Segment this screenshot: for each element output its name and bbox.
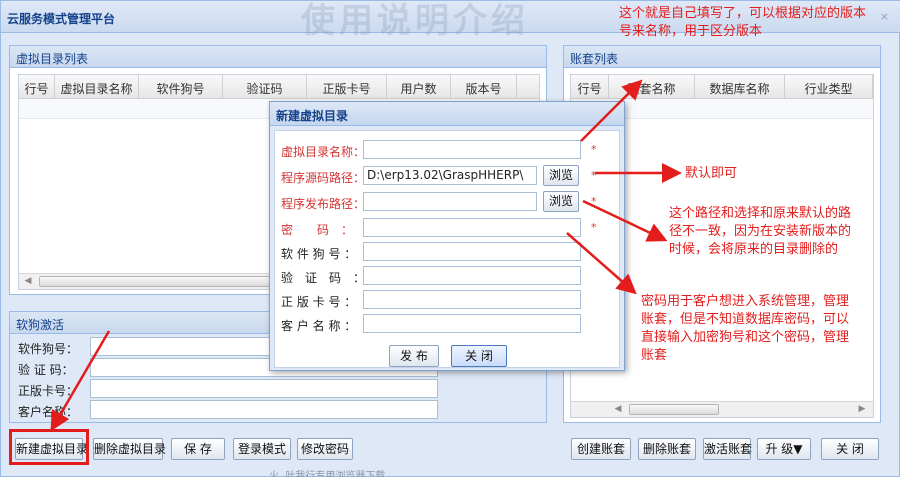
dialog-verify-label: 验 证 码 ： [281, 271, 366, 285]
dialog-dongle-input[interactable] [363, 242, 581, 261]
footer-text: 火, 叶我行专用浏览器下载 [269, 471, 386, 477]
change-password-button[interactable]: 修改密码 [297, 438, 353, 460]
column-header[interactable]: 用户数 [387, 75, 451, 98]
required-mark: * [591, 143, 597, 156]
dialog-license-label: 正 版 卡 号 ： [281, 295, 357, 309]
login-mode-button[interactable]: 登录模式 [233, 438, 291, 460]
watermark-text: 使用说明介绍 [301, 1, 529, 41]
license-card-label: 正版卡号： [18, 384, 79, 398]
password-label: 密 码 ： [281, 223, 354, 237]
column-header[interactable]: 软件狗号 [139, 75, 223, 98]
app-window: 使用说明介绍 云服务模式管理平台 × 虚拟目录列表 行号 虚拟目录名称 软件狗号… [0, 0, 900, 477]
delete-virtual-dir-button[interactable]: 删除虚拟目录 [93, 438, 166, 460]
publish-path-label: 程序发布路径： [281, 197, 366, 211]
dialog-title: 新建虚拟目录 [270, 102, 624, 126]
activate-account-button[interactable]: 激活账套 [703, 438, 752, 460]
required-mark: * [591, 169, 597, 182]
column-header[interactable]: 版本号 [451, 75, 517, 98]
publish-button[interactable]: 发 布 [389, 345, 439, 367]
account-grid-header: 行号 账套名称 数据库名称 行业类型 [571, 75, 873, 99]
virtual-dir-grid-header: 行号 虚拟目录名称 软件狗号 验证码 正版卡号 用户数 版本号 [19, 75, 539, 99]
scroll-left-icon[interactable]: ◀ [21, 275, 35, 288]
column-header[interactable]: 行号 [19, 75, 55, 98]
dialog-customer-label: 客 户 名 称 ： [281, 319, 357, 333]
dialog-body: 虚拟目录名称： * 程序源码路径： D:\erp13.02\GraspHHERP… [274, 130, 620, 368]
license-card-input[interactable] [90, 379, 438, 398]
close-icon[interactable]: × [880, 10, 889, 23]
source-note: 默认即可 [685, 166, 738, 181]
highlight-box [9, 429, 89, 465]
scrollbar-thumb[interactable] [39, 276, 279, 287]
virtual-dir-name-input[interactable] [363, 140, 581, 159]
publish-note: 这个路径和选择和原来默认的路径不一致，因为在安装新版本的时候，会将原来的目录删除… [669, 206, 852, 257]
name-note: 这个就是自己填写了，可以根据对应的版本号来名称，用于区分版本 [619, 6, 867, 39]
column-header[interactable]: 数据库名称 [695, 75, 785, 98]
column-header[interactable]: 行业类型 [785, 75, 873, 98]
delete-account-button[interactable]: 删除账套 [638, 438, 696, 460]
scroll-right-icon[interactable]: ▶ [855, 403, 869, 416]
virtual-dir-name-label: 虚拟目录名称： [281, 145, 366, 159]
required-mark: * [591, 195, 597, 208]
save-button[interactable]: 保 存 [171, 438, 225, 460]
customer-name-input[interactable] [90, 400, 438, 419]
virtual-dir-panel-title: 虚拟目录列表 [10, 46, 546, 68]
browse-publish-button[interactable]: 浏览 [543, 191, 579, 212]
dongle-number-label: 软件狗号： [18, 342, 79, 356]
dialog-customer-input[interactable] [363, 314, 581, 333]
password-input[interactable] [363, 218, 581, 237]
window-title: 云服务模式管理平台 [7, 12, 116, 26]
scroll-left-icon[interactable]: ◀ [611, 403, 625, 416]
publish-path-input[interactable] [363, 192, 537, 211]
source-path-label: 程序源码路径： [281, 171, 366, 185]
create-account-button[interactable]: 创建账套 [571, 438, 631, 460]
dialog-dongle-label: 软 件 狗 号 ： [281, 247, 357, 261]
column-header[interactable]: 账套名称 [609, 75, 695, 98]
new-virtual-dir-dialog: 新建虚拟目录 虚拟目录名称： * 程序源码路径： D:\erp13.02\Gra… [269, 101, 625, 371]
scrollbar-thumb[interactable] [629, 404, 719, 415]
dialog-verify-input[interactable] [363, 266, 581, 285]
column-header[interactable]: 行号 [571, 75, 609, 98]
column-header[interactable]: 正版卡号 [307, 75, 387, 98]
column-header[interactable]: 虚拟目录名称 [55, 75, 139, 98]
close-button[interactable]: 关 闭 [821, 438, 879, 460]
upgrade-dropdown-button[interactable]: 升 级▼ [757, 438, 811, 460]
dialog-license-input[interactable] [363, 290, 581, 309]
required-mark: * [591, 221, 597, 234]
column-header[interactable]: 验证码 [223, 75, 307, 98]
dialog-close-button[interactable]: 关 闭 [451, 345, 507, 367]
source-path-input[interactable]: D:\erp13.02\GraspHHERP\ [363, 166, 537, 185]
account-panel-title: 账套列表 [564, 46, 880, 68]
password-note: 密码用于客户想进入系统管理，管理账套，但是不知道数据库密码，可以直接输入加密狗号… [641, 294, 850, 363]
browse-source-button[interactable]: 浏览 [543, 165, 579, 186]
verify-code-label: 验 证 码： [18, 363, 74, 377]
customer-name-label: 客户名称： [18, 405, 79, 419]
horizontal-scrollbar[interactable]: ◀ ▶ [571, 401, 873, 417]
